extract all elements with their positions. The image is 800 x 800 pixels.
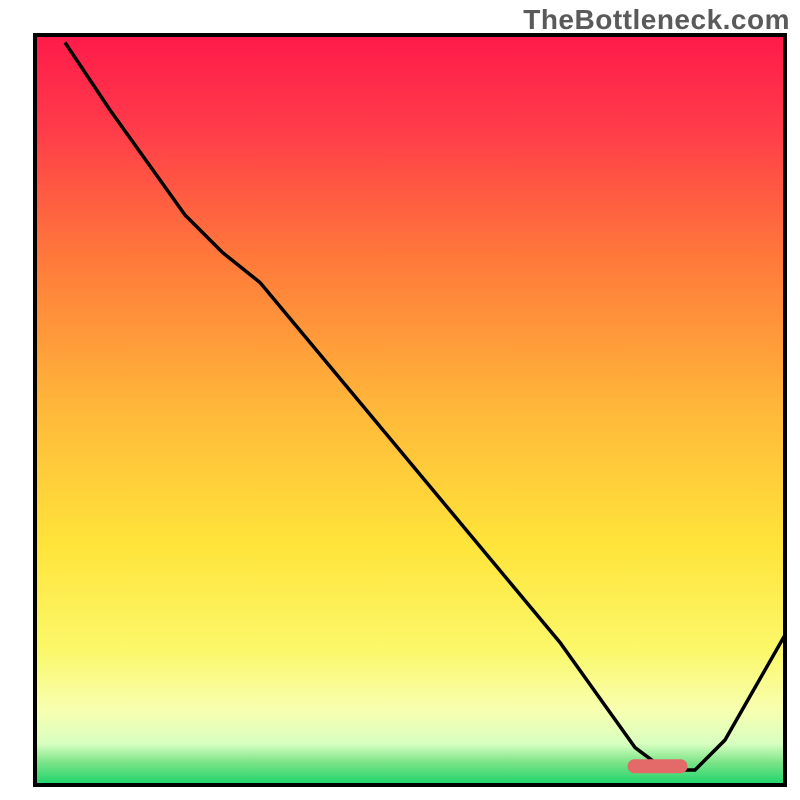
bottleneck-chart xyxy=(0,0,800,800)
plot-background xyxy=(35,35,785,785)
optimum-marker xyxy=(628,759,688,773)
chart-container: TheBottleneck.com xyxy=(0,0,800,800)
